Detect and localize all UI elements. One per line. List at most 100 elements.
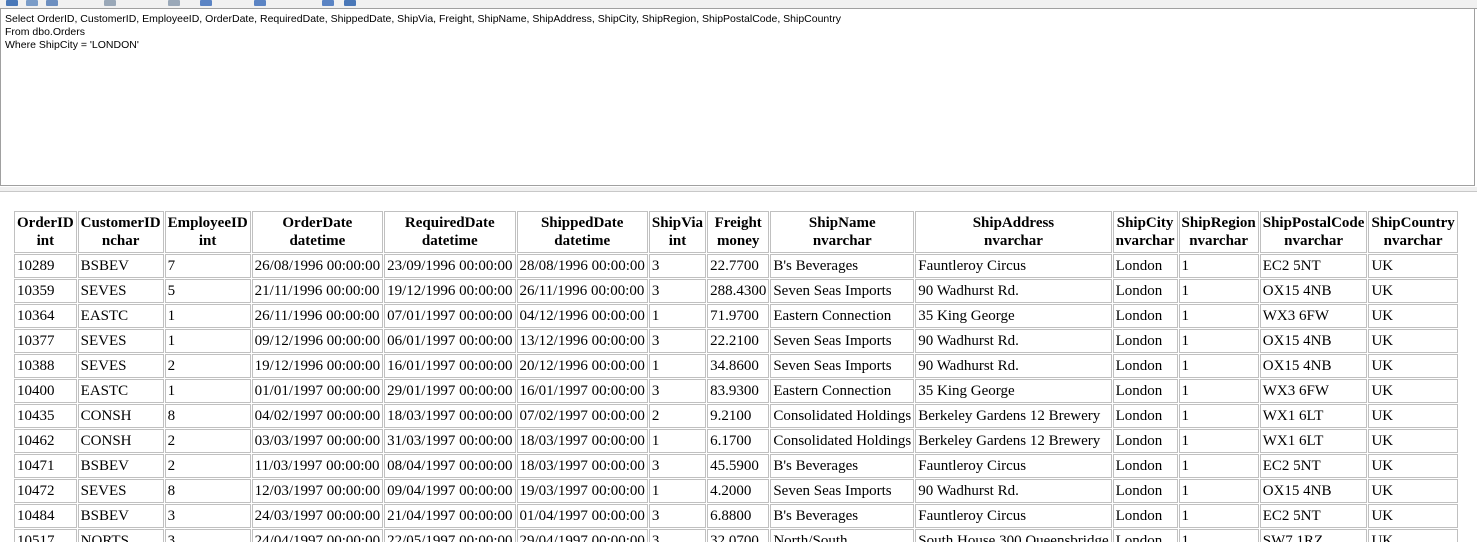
cell-requireddate[interactable]: 06/01/1997 00:00:00 <box>384 329 516 353</box>
cell-customerid[interactable]: CONSH <box>77 404 164 428</box>
cell-orderid[interactable]: 10364 <box>14 304 77 328</box>
cell-customerid[interactable]: SEVES <box>77 329 164 353</box>
cell-employeeid[interactable]: 8 <box>164 479 251 503</box>
cell-shipcity[interactable]: London <box>1112 329 1178 353</box>
cell-shipvia[interactable]: 1 <box>648 354 707 378</box>
cell-shipcity[interactable]: London <box>1112 429 1178 453</box>
cell-shipaddress[interactable]: 35 King George <box>915 304 1112 328</box>
cell-shipname[interactable]: B's Beverages <box>770 454 915 478</box>
cell-freight[interactable]: 83.9300 <box>707 379 770 403</box>
cell-orderid[interactable]: 10435 <box>14 404 77 428</box>
cell-shipvia[interactable]: 1 <box>648 304 707 328</box>
cell-shippostalcode[interactable]: OX15 4NB <box>1259 354 1368 378</box>
cell-shipcity[interactable]: London <box>1112 354 1178 378</box>
column-header-requireddate[interactable]: RequiredDate datetime <box>384 211 516 253</box>
cell-requireddate[interactable]: 19/12/1996 00:00:00 <box>384 279 516 303</box>
cell-shipcountry[interactable]: UK <box>1368 454 1458 478</box>
cell-requireddate[interactable]: 08/04/1997 00:00:00 <box>384 454 516 478</box>
cell-orderdate[interactable]: 11/03/1997 00:00:00 <box>251 454 384 478</box>
cell-customerid[interactable]: BSBEV <box>77 454 164 478</box>
cell-freight[interactable]: 71.9700 <box>707 304 770 328</box>
table-row[interactable]: 10377 SEVES 1 09/12/1996 00:00:00 06/01/1997… <box>14 329 1458 353</box>
cell-orderdate[interactable]: 21/11/1996 00:00:00 <box>251 279 384 303</box>
cell-orderid[interactable]: 10388 <box>14 354 77 378</box>
cell-freight[interactable]: 6.8800 <box>707 504 770 528</box>
cell-orderdate[interactable]: 01/01/1997 00:00:00 <box>251 379 384 403</box>
cell-shipcity[interactable]: London <box>1112 479 1178 503</box>
cell-shippostalcode[interactable]: OX15 4NB <box>1259 279 1368 303</box>
cell-employeeid[interactable]: 3 <box>164 504 251 528</box>
cell-orderdate[interactable]: 04/02/1997 00:00:00 <box>251 404 384 428</box>
cell-employeeid[interactable]: 2 <box>164 429 251 453</box>
cell-requireddate[interactable]: 21/04/1997 00:00:00 <box>384 504 516 528</box>
cell-customerid[interactable]: BSBEV <box>77 254 164 278</box>
cell-shipregion[interactable]: 1 <box>1178 279 1259 303</box>
table-row[interactable]: 10471 BSBEV 2 11/03/1997 00:00:00 08/04/1997… <box>14 454 1458 478</box>
cell-customerid[interactable]: EASTC <box>77 379 164 403</box>
cell-freight[interactable]: 4.2000 <box>707 479 770 503</box>
cell-shipname[interactable]: Seven Seas Imports <box>770 329 915 353</box>
cell-shippeddate[interactable]: 16/01/1997 00:00:00 <box>516 379 648 403</box>
cell-shipcountry[interactable]: UK <box>1368 304 1458 328</box>
cell-shipname[interactable]: Consolidated Holdings <box>770 404 915 428</box>
cell-shippeddate[interactable]: 13/12/1996 00:00:00 <box>516 329 648 353</box>
cell-shipaddress[interactable]: Fauntleroy Circus <box>915 504 1112 528</box>
cell-freight[interactable]: 6.1700 <box>707 429 770 453</box>
table-row[interactable]: 10388 SEVES 2 19/12/1996 00:00:00 16/01/1997… <box>14 354 1458 378</box>
cell-shipvia[interactable]: 3 <box>648 529 707 542</box>
cell-orderid[interactable]: 10471 <box>14 454 77 478</box>
cell-shipname[interactable]: Seven Seas Imports <box>770 279 915 303</box>
cell-shippostalcode[interactable]: EC2 5NT <box>1259 254 1368 278</box>
table-row[interactable]: 10364 EASTC 1 26/11/1996 00:00:00 07/01/1997… <box>14 304 1458 328</box>
toolbar-icon[interactable] <box>344 0 356 6</box>
table-row[interactable]: 10517 NORTS 3 24/04/1997 00:00:00 22/05/1997… <box>14 529 1458 542</box>
cell-employeeid[interactable]: 1 <box>164 329 251 353</box>
cell-employeeid[interactable]: 8 <box>164 404 251 428</box>
cell-shippeddate[interactable]: 01/04/1997 00:00:00 <box>516 504 648 528</box>
cell-orderid[interactable]: 10289 <box>14 254 77 278</box>
cell-shipvia[interactable]: 3 <box>648 254 707 278</box>
toolbar-icon[interactable] <box>254 0 266 6</box>
table-row[interactable]: 10289 BSBEV 7 26/08/1996 00:00:00 23/09/1996… <box>14 254 1458 278</box>
cell-shippostalcode[interactable]: WX3 6FW <box>1259 379 1368 403</box>
cell-customerid[interactable]: SEVES <box>77 354 164 378</box>
cell-freight[interactable]: 34.8600 <box>707 354 770 378</box>
cell-shipname[interactable]: B's Beverages <box>770 254 915 278</box>
cell-shippeddate[interactable]: 19/03/1997 00:00:00 <box>516 479 648 503</box>
column-header-orderid[interactable]: OrderID int <box>14 211 77 253</box>
cell-shipcountry[interactable]: UK <box>1368 354 1458 378</box>
cell-shipcountry[interactable]: UK <box>1368 504 1458 528</box>
cell-orderdate[interactable]: 24/03/1997 00:00:00 <box>251 504 384 528</box>
cell-shippostalcode[interactable]: WX1 6LT <box>1259 404 1368 428</box>
cell-employeeid[interactable]: 1 <box>164 379 251 403</box>
cell-freight[interactable]: 45.5900 <box>707 454 770 478</box>
table-row[interactable]: 10359 SEVES 5 21/11/1996 00:00:00 19/12/1996… <box>14 279 1458 303</box>
cell-requireddate[interactable]: 22/05/1997 00:00:00 <box>384 529 516 542</box>
cell-shipaddress[interactable]: 90 Wadhurst Rd. <box>915 354 1112 378</box>
cell-shipregion[interactable]: 1 <box>1178 479 1259 503</box>
cell-orderid[interactable]: 10400 <box>14 379 77 403</box>
cell-shipregion[interactable]: 1 <box>1178 429 1259 453</box>
cell-shipvia[interactable]: 3 <box>648 279 707 303</box>
cell-employeeid[interactable]: 7 <box>164 254 251 278</box>
cell-shipname[interactable]: Eastern Connection <box>770 379 915 403</box>
column-header-shipvia[interactable]: ShipVia int <box>648 211 707 253</box>
cell-requireddate[interactable]: 09/04/1997 00:00:00 <box>384 479 516 503</box>
cell-shippostalcode[interactable]: OX15 4NB <box>1259 479 1368 503</box>
cell-shipname[interactable]: Seven Seas Imports <box>770 479 915 503</box>
cell-requireddate[interactable]: 23/09/1996 00:00:00 <box>384 254 516 278</box>
cell-shipname[interactable]: Eastern Connection <box>770 304 915 328</box>
cell-shipregion[interactable]: 1 <box>1178 304 1259 328</box>
cell-orderid[interactable]: 10359 <box>14 279 77 303</box>
cell-shippeddate[interactable]: 26/11/1996 00:00:00 <box>516 279 648 303</box>
cell-shippostalcode[interactable]: SW7 1RZ <box>1259 529 1368 542</box>
cell-freight[interactable]: 22.7700 <box>707 254 770 278</box>
cell-shippostalcode[interactable]: WX3 6FW <box>1259 304 1368 328</box>
cell-shipcity[interactable]: London <box>1112 529 1178 542</box>
cell-requireddate[interactable]: 31/03/1997 00:00:00 <box>384 429 516 453</box>
column-header-shipaddress[interactable]: ShipAddress nvarchar <box>915 211 1112 253</box>
cell-shipaddress[interactable]: Berkeley Gardens 12 Brewery <box>915 404 1112 428</box>
toolbar-icon[interactable] <box>46 0 58 6</box>
cell-shipregion[interactable]: 1 <box>1178 329 1259 353</box>
cell-orderid[interactable]: 10484 <box>14 504 77 528</box>
